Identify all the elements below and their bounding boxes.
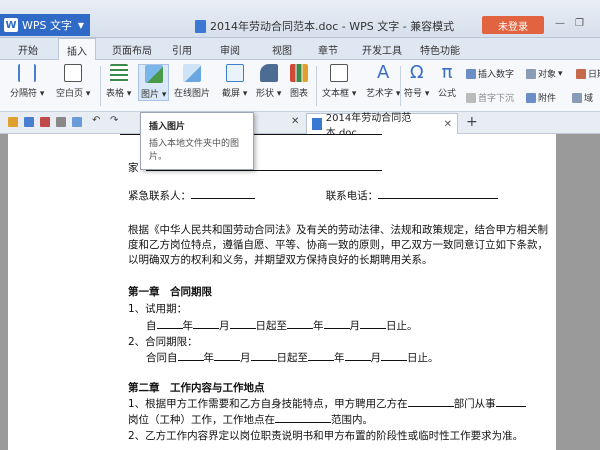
- chart-button[interactable]: 图表: [290, 64, 308, 99]
- divider: [316, 66, 317, 106]
- close-icon[interactable]: ✕: [444, 119, 452, 130]
- page-break-icon: [18, 64, 37, 82]
- calendar-icon: [576, 68, 586, 79]
- document-icon: [312, 118, 322, 130]
- table-icon: [109, 64, 128, 82]
- app-name: WPS 文字: [22, 19, 72, 32]
- title-bar: W WPS 文字 ▼ 2014年劳动合同范本.doc - WPS 文字 - 兼容…: [0, 0, 600, 38]
- intro-line-2: 度和乙方岗位特点，遵循自愿、平等、协商一致的原则，甲乙双方一致同意订立如下条款，: [128, 239, 548, 251]
- textbox-icon: [330, 64, 349, 82]
- shape-button[interactable]: 形状 ▾: [256, 64, 281, 99]
- tab-home[interactable]: 开始: [18, 42, 38, 57]
- tooltip-description: 插入本地文件夹中的图片。: [149, 139, 240, 162]
- online-picture-icon: [183, 64, 201, 82]
- tab-developer[interactable]: 开发工具: [362, 42, 402, 57]
- contract-period-label: 2、合同期限：: [128, 336, 198, 348]
- insert-picture-tooltip: 插入图片 插入本地文件夹中的图片。: [140, 112, 254, 170]
- screenshot-icon: [225, 64, 244, 82]
- tab-special[interactable]: 特色功能: [420, 42, 460, 57]
- quick-access-bar: ↶ ↷: [0, 112, 600, 134]
- print-preview-icon[interactable]: [72, 117, 82, 127]
- tab-page-layout[interactable]: 页面布局: [112, 42, 152, 57]
- art-text-icon: A: [377, 62, 390, 83]
- document-tab[interactable]: 2014年劳动合同范本.doc ✕: [306, 113, 458, 139]
- art-text-button[interactable]: A 艺术字 ▾: [366, 62, 400, 100]
- tab-view[interactable]: 视图: [272, 42, 292, 57]
- contract-period-line: 合同自年月日起至年月日止。: [146, 352, 439, 364]
- new-tab-icon[interactable]: +: [466, 114, 478, 130]
- undo-icon[interactable]: ↶: [92, 115, 102, 126]
- blank-page-icon: [64, 64, 83, 82]
- table-button[interactable]: 表格 ▾: [106, 64, 131, 99]
- minimize-icon[interactable]: —: [555, 18, 565, 29]
- trial-period-line: 自年月日起至年月日止。: [146, 320, 418, 332]
- tab-review[interactable]: 审阅: [220, 42, 240, 57]
- object-icon: [526, 68, 536, 79]
- chapter-2-line-1: 1、根据甲方工作需要和乙方自身技能特点，甲方聘用乙方在 部门从事: [128, 396, 526, 411]
- document-page[interactable]: 家 紧急联系人： 联系电话： 根据《中华人民共和国劳动合同法》及有关的劳动法律、…: [8, 134, 556, 450]
- number-icon: [466, 68, 476, 79]
- intro-line-1: 根据《中华人民共和国劳动合同法》及有关的劳动法律、法规和政策规定，结合甲方相关制: [128, 224, 548, 236]
- chapter-1-heading: 第一章 合同期限: [128, 286, 212, 298]
- ribbon-tabs: 开始 插入 页面布局 引用 审阅 视图 章节 开发工具 特色功能: [0, 38, 600, 60]
- save-icon[interactable]: [24, 117, 34, 127]
- date-button[interactable]: 日期: [576, 67, 600, 80]
- pi-icon: π: [441, 62, 453, 83]
- redo-icon[interactable]: ↷: [110, 115, 120, 126]
- tab-insert[interactable]: 插入: [58, 38, 96, 60]
- page-break-button[interactable]: 分隔符 ▾: [10, 64, 44, 99]
- insert-number-button[interactable]: 插入数字: [466, 67, 514, 80]
- export-pdf-icon[interactable]: [40, 117, 50, 127]
- ribbon-toolbar: 分隔符 ▾ 空白页 ▾ 表格 ▾ 图片 ▾ 在线图片 截屏 ▾ 形状 ▾ 图表 …: [0, 60, 600, 112]
- online-picture-button[interactable]: 在线图片: [174, 64, 210, 99]
- object-button[interactable]: 对象 ▾: [526, 67, 563, 80]
- tab-references[interactable]: 引用: [172, 42, 192, 57]
- divider: [400, 66, 401, 106]
- chevron-down-icon: ▼: [77, 20, 84, 30]
- drop-cap-button[interactable]: 首字下沉: [466, 91, 514, 104]
- app-menu-button[interactable]: W WPS 文字 ▼: [0, 14, 90, 36]
- document-icon: [195, 19, 206, 33]
- screenshot-button[interactable]: 截屏 ▾: [222, 64, 247, 99]
- textbox-button[interactable]: 文本框 ▾: [322, 64, 356, 99]
- scroll-area[interactable]: [556, 134, 600, 450]
- formula-button[interactable]: π 公式: [438, 62, 456, 100]
- close-tab-icon[interactable]: ✕: [291, 116, 299, 127]
- open-folder-icon[interactable]: [8, 117, 18, 127]
- tab-sections[interactable]: 章节: [318, 42, 338, 57]
- blank-page-button[interactable]: 空白页 ▾: [56, 64, 90, 99]
- intro-line-3: 以明确双方的权利和义务，并期望双方保持良好的长期聘用关系。: [128, 254, 433, 266]
- picture-icon: [144, 65, 163, 83]
- chapter-2-heading: 第二章 工作内容与工作地点: [128, 382, 265, 394]
- print-icon[interactable]: [56, 117, 66, 127]
- doc-partial-line: 家: [128, 162, 139, 174]
- tooltip-title: 插入图片: [149, 122, 186, 132]
- attachment-button[interactable]: 附件: [526, 91, 556, 104]
- picture-button[interactable]: 图片 ▾: [138, 64, 170, 101]
- field-icon: [572, 92, 582, 103]
- chapter-2-line-3: 2、乙方工作内容界定以岗位职责说明书和甲方布置的阶段性或临时性工作要求为准。: [128, 430, 524, 442]
- field-button[interactable]: 域: [572, 91, 593, 104]
- symbol-button[interactable]: Ω 符号 ▾: [404, 62, 429, 100]
- shape-icon: [259, 64, 278, 82]
- wps-logo-icon: W: [4, 18, 18, 32]
- chapter-2-line-2: 岗位（工种）工作，工作地点在 范围内。: [128, 414, 373, 426]
- chart-icon: [290, 64, 308, 82]
- divider: [100, 66, 101, 106]
- login-button[interactable]: 未登录: [482, 16, 544, 34]
- restore-icon[interactable]: ❐: [575, 18, 584, 29]
- trial-period-label: 1、试用期：: [128, 303, 188, 315]
- emergency-contact-line: 紧急联系人： 联系电话：: [128, 188, 499, 203]
- window-title: 2014年劳动合同范本.doc - WPS 文字 - 兼容模式: [195, 18, 454, 34]
- underline-blank: [146, 170, 382, 171]
- drop-cap-icon: [466, 92, 476, 103]
- attachment-icon: [526, 92, 536, 103]
- omega-icon: Ω: [409, 62, 424, 83]
